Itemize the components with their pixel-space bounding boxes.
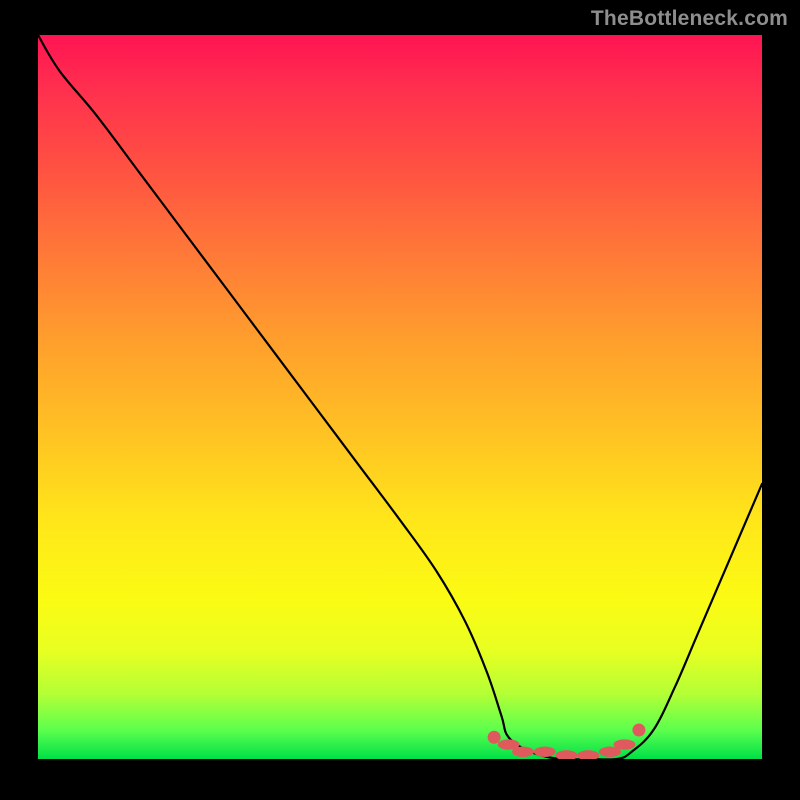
marker-dot bbox=[613, 739, 635, 749]
marker-dot bbox=[534, 747, 556, 757]
marker-dot bbox=[556, 750, 578, 759]
plot-area bbox=[38, 35, 762, 759]
marker-dot bbox=[512, 747, 534, 757]
marker-dot bbox=[632, 724, 645, 737]
marker-dot bbox=[488, 731, 501, 744]
chart-svg bbox=[38, 35, 762, 759]
marker-dot bbox=[577, 750, 599, 759]
watermark-text: TheBottleneck.com bbox=[591, 7, 788, 31]
optimal-range-markers bbox=[488, 724, 646, 759]
bottleneck-curve bbox=[38, 35, 762, 759]
chart-container: TheBottleneck.com bbox=[0, 0, 800, 800]
